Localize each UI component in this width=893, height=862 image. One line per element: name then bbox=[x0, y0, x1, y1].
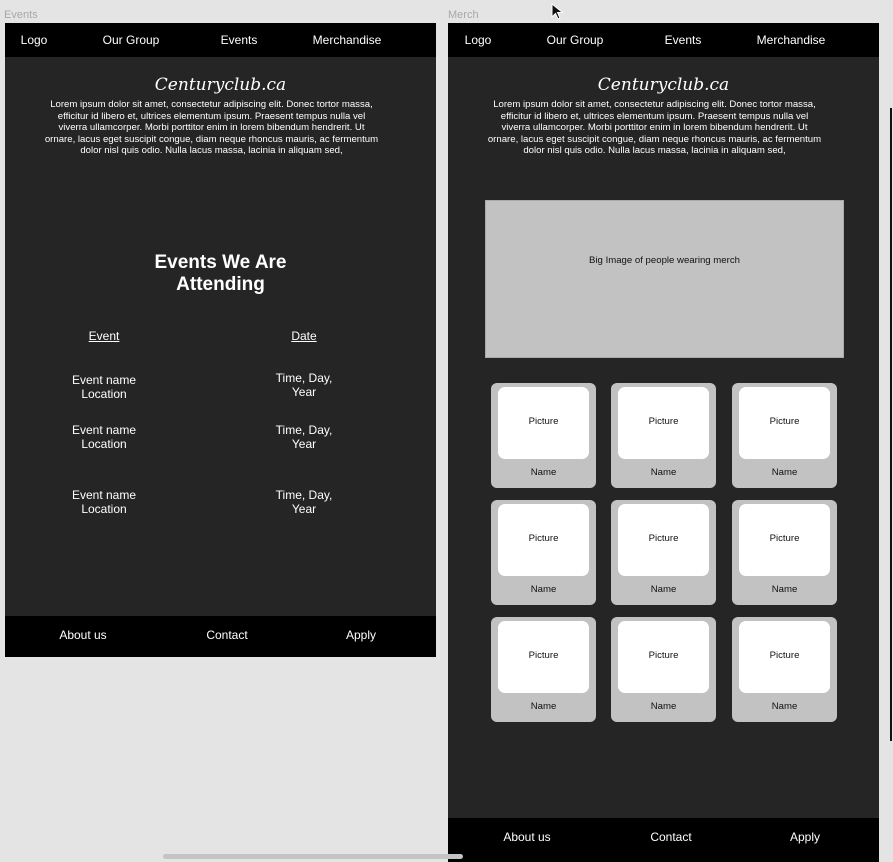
merch-name: Name bbox=[530, 701, 557, 712]
events-frame-label: Events bbox=[4, 9, 38, 21]
merch-card[interactable]: Picture Name bbox=[491, 383, 596, 488]
nav-merchandise[interactable]: Merchandise bbox=[313, 23, 382, 57]
merch-frame-label: Merch bbox=[448, 9, 479, 21]
merch-card[interactable]: Picture Name bbox=[732, 383, 837, 488]
site-title: Centuryclub.ca bbox=[154, 75, 287, 95]
footer-about-us[interactable]: About us bbox=[503, 830, 550, 844]
picture-label: Picture bbox=[648, 650, 679, 661]
picture-label: Picture bbox=[528, 650, 559, 661]
merch-name: Name bbox=[771, 584, 798, 595]
picture-label: Picture bbox=[769, 650, 800, 661]
merch-picture: Picture bbox=[739, 504, 830, 576]
merch-picture: Picture bbox=[618, 387, 709, 459]
intro-text: Lorem ipsum dolor sit amet, consectetur … bbox=[487, 99, 822, 156]
events-frame: Logo Our Group Events Merchandise Centur… bbox=[5, 23, 436, 657]
picture-label: Picture bbox=[769, 416, 800, 427]
merch-card[interactable]: Picture Name bbox=[491, 500, 596, 605]
merch-name: Name bbox=[650, 701, 677, 712]
top-nav: Logo Our Group Events Merchandise bbox=[448, 23, 879, 57]
site-title: Centuryclub.ca bbox=[597, 75, 730, 95]
merch-picture: Picture bbox=[739, 621, 830, 693]
merch-picture: Picture bbox=[739, 387, 830, 459]
nav-our-group[interactable]: Our Group bbox=[547, 23, 604, 57]
merch-card[interactable]: Picture Name bbox=[732, 617, 837, 722]
merch-card[interactable]: Picture Name bbox=[491, 617, 596, 722]
nav-our-group[interactable]: Our Group bbox=[103, 23, 160, 57]
event-cell: Event name Location bbox=[71, 488, 137, 516]
footer-contact[interactable]: Contact bbox=[206, 628, 247, 642]
event-column-header: Event bbox=[88, 329, 120, 343]
merch-card[interactable]: Picture Name bbox=[732, 500, 837, 605]
picture-label: Picture bbox=[528, 416, 559, 427]
horizontal-scrollbar[interactable] bbox=[163, 854, 463, 859]
date-cell: Time, Day, Year bbox=[275, 371, 333, 399]
merch-name: Name bbox=[650, 467, 677, 478]
event-cell: Event name Location bbox=[71, 423, 137, 451]
picture-label: Picture bbox=[648, 416, 679, 427]
merch-card[interactable]: Picture Name bbox=[611, 500, 716, 605]
merch-picture: Picture bbox=[498, 621, 589, 693]
hero-image-caption: Big Image of people wearing merch bbox=[589, 255, 740, 266]
nav-merchandise[interactable]: Merchandise bbox=[757, 23, 826, 57]
merch-name: Name bbox=[771, 467, 798, 478]
merch-name: Name bbox=[530, 584, 557, 595]
merch-card[interactable]: Picture Name bbox=[611, 383, 716, 488]
hero-image-placeholder: Big Image of people wearing merch bbox=[485, 200, 844, 358]
merch-picture: Picture bbox=[618, 621, 709, 693]
date-cell: Time, Day, Year bbox=[275, 423, 333, 451]
nav-logo[interactable]: Logo bbox=[21, 23, 48, 57]
merch-card[interactable]: Picture Name bbox=[611, 617, 716, 722]
adjacent-frame-edge bbox=[890, 108, 892, 741]
intro-text: Lorem ipsum dolor sit amet, consectetur … bbox=[44, 99, 379, 156]
event-cell: Event name Location bbox=[71, 373, 137, 401]
merch-name: Name bbox=[650, 584, 677, 595]
merch-name: Name bbox=[771, 701, 798, 712]
merch-frame: Logo Our Group Events Merchandise Centur… bbox=[448, 23, 879, 862]
footer-about-us[interactable]: About us bbox=[59, 628, 106, 642]
merch-picture: Picture bbox=[618, 504, 709, 576]
date-cell: Time, Day, Year bbox=[275, 488, 333, 516]
nav-events[interactable]: Events bbox=[221, 23, 258, 57]
nav-events[interactable]: Events bbox=[665, 23, 702, 57]
picture-label: Picture bbox=[769, 533, 800, 544]
picture-label: Picture bbox=[648, 533, 679, 544]
nav-logo[interactable]: Logo bbox=[465, 23, 492, 57]
events-heading: Events We Are Attending bbox=[154, 252, 287, 295]
footer: About us Contact Apply bbox=[448, 818, 879, 862]
merch-picture: Picture bbox=[498, 387, 589, 459]
mouse-cursor-icon bbox=[551, 3, 564, 20]
footer-apply[interactable]: Apply bbox=[790, 830, 820, 844]
footer: About us Contact Apply bbox=[5, 616, 436, 657]
picture-label: Picture bbox=[528, 533, 559, 544]
footer-contact[interactable]: Contact bbox=[650, 830, 691, 844]
merch-picture: Picture bbox=[498, 504, 589, 576]
footer-apply[interactable]: Apply bbox=[346, 628, 376, 642]
date-column-header: Date bbox=[291, 329, 317, 343]
merch-name: Name bbox=[530, 467, 557, 478]
top-nav: Logo Our Group Events Merchandise bbox=[5, 23, 436, 57]
